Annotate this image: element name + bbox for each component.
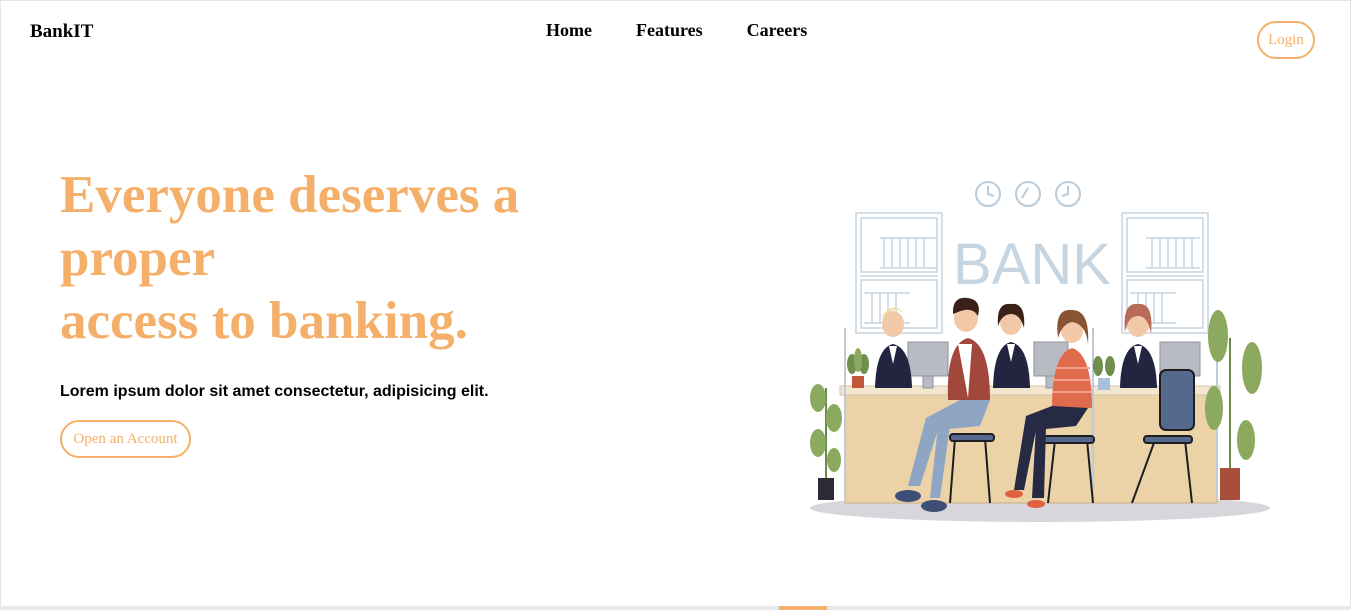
main-nav: Home Features Careers [546, 20, 851, 41]
hero-title-line-1: Everyone deserves a [60, 166, 520, 224]
bank-sign: BANK [953, 232, 1111, 297]
brand-logo[interactable]: BankIT [30, 21, 93, 43]
teller-right [1120, 303, 1157, 388]
bottom-accent [779, 606, 827, 610]
hero-subtitle: Lorem ipsum dolor sit amet consectetur, … [60, 383, 489, 400]
bank-illustration: BANK [810, 181, 1270, 522]
nav-link-careers[interactable]: Careers [747, 20, 808, 41]
login-button[interactable]: Login [1257, 21, 1315, 59]
plant-left [810, 384, 842, 500]
teller-middle [993, 303, 1030, 388]
nav-link-home[interactable]: Home [546, 20, 592, 41]
plant-desk-right [1093, 356, 1115, 390]
clock-icon [975, 181, 1081, 207]
nav-link-features[interactable]: Features [636, 20, 703, 41]
hero-title-line-2: proper [60, 229, 216, 287]
bottom-divider [0, 606, 1351, 610]
hero-title: Everyone deserves a proper access to ban… [60, 164, 620, 353]
hero-title-line-3: access to banking. [60, 292, 468, 350]
plant-desk-left [847, 348, 869, 388]
open-account-button[interactable]: Open an Account [60, 420, 191, 458]
